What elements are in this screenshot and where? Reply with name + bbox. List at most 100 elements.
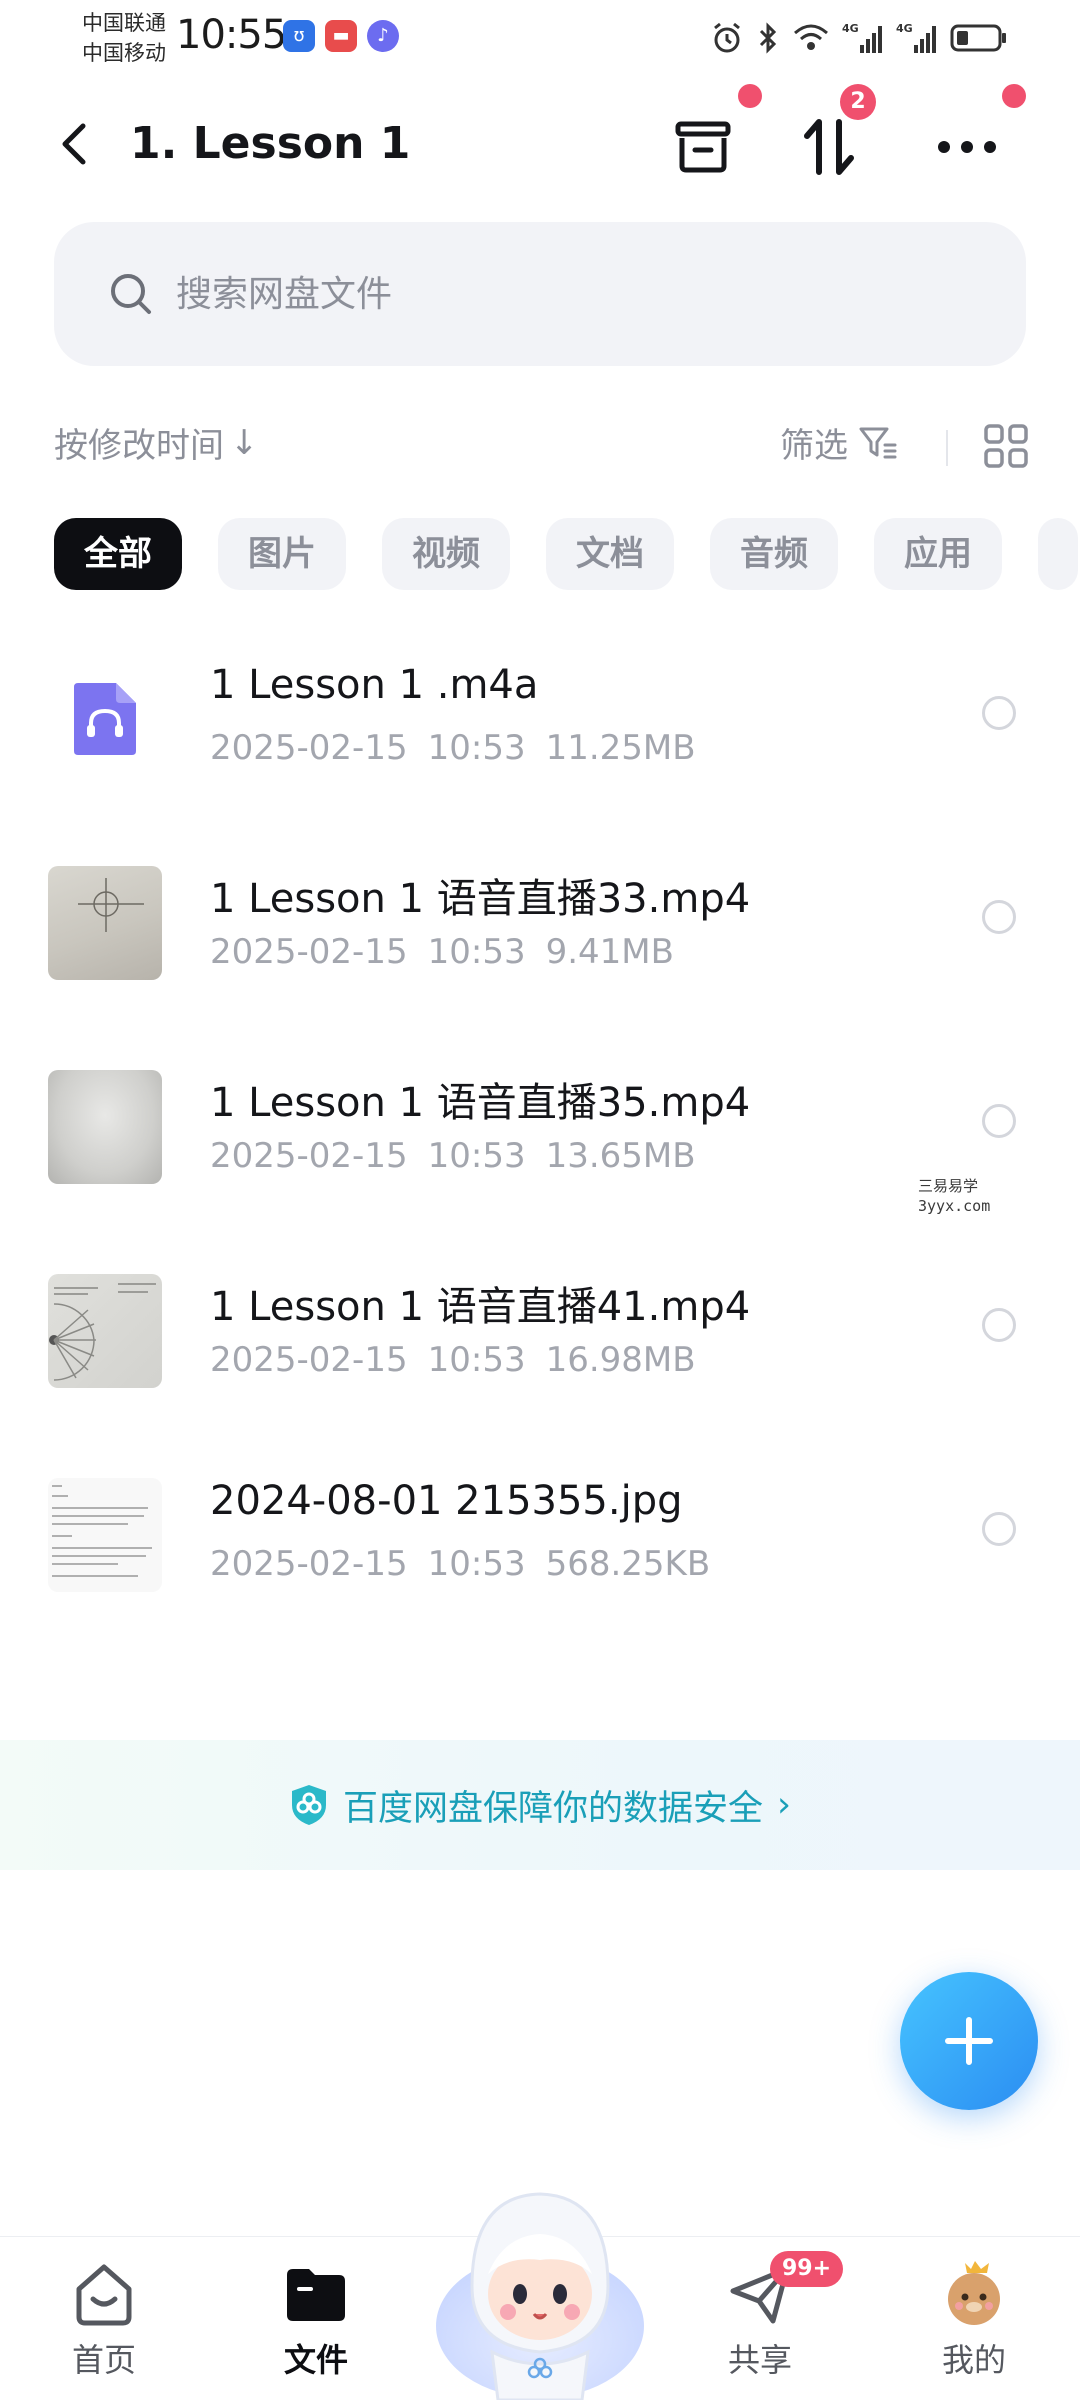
mascot-assistant-icon[interactable] bbox=[432, 2176, 648, 2400]
tab-images[interactable]: 图片 bbox=[218, 518, 346, 590]
category-tabs: 全部 图片 视频 文档 音频 应用 bbox=[54, 518, 1080, 590]
top-header: 1. Lesson 1 2 bbox=[0, 84, 1080, 204]
file-date: 2025-02-15 bbox=[210, 1544, 408, 1584]
security-banner-text: 百度网盘保障你的数据安全 bbox=[342, 1788, 763, 1829]
file-row[interactable]: 2024-08-01 215355.jpg 2025-02-15 10:53 568… bbox=[0, 1426, 1080, 1630]
bluetooth-icon bbox=[759, 22, 777, 54]
video-thumbnail bbox=[48, 1070, 162, 1184]
file-time: 10:53 bbox=[427, 932, 526, 972]
select-checkbox[interactable] bbox=[982, 696, 1016, 730]
file-size: 13.65MB bbox=[545, 1136, 696, 1176]
nav-item-files[interactable]: 文件 bbox=[246, 2259, 386, 2389]
search-input[interactable] bbox=[176, 273, 936, 315]
file-name: 1 Lesson 1 语音直播33.mp4 bbox=[210, 876, 751, 922]
watermark: 三易易学 3yyx.com bbox=[918, 1176, 990, 1216]
signal-label: 4G bbox=[842, 22, 859, 35]
file-row[interactable]: 1 Lesson 1 语音直播33.mp4 2025-02-15 10:53 9.4… bbox=[0, 814, 1080, 1018]
folder-icon bbox=[287, 2269, 345, 2321]
sort-label: 按修改时间 bbox=[54, 426, 224, 466]
add-button[interactable] bbox=[900, 1972, 1038, 2110]
nav-item-share[interactable]: 共享 99+ bbox=[690, 2251, 844, 2389]
signal-icon: 4G bbox=[842, 22, 882, 53]
file-date: 2025-02-15 bbox=[210, 1136, 408, 1176]
file-time: 10:53 bbox=[427, 1340, 526, 1380]
file-meta: 2025-02-15 10:53 16.98MB bbox=[210, 1340, 716, 1380]
file-date: 2025-02-15 bbox=[210, 1340, 408, 1380]
file-name: 1 Lesson 1 .m4a bbox=[210, 662, 539, 708]
sort-filter-bar: 按修改时间 ↓ 筛选 bbox=[54, 418, 1028, 478]
video-thumbnail bbox=[48, 1274, 162, 1388]
watermark-line: 3yyx.com bbox=[918, 1197, 991, 1215]
select-checkbox[interactable] bbox=[982, 900, 1016, 934]
nav-label: 共享 bbox=[727, 2341, 792, 2379]
file-date: 2025-02-15 bbox=[210, 728, 408, 768]
profile-icon bbox=[948, 2261, 1000, 2325]
nav-item-home[interactable]: 首页 bbox=[34, 2259, 174, 2389]
nav-label: 我的 bbox=[941, 2341, 1006, 2379]
archive-button[interactable] bbox=[658, 102, 748, 192]
tab-all[interactable]: 全部 bbox=[54, 518, 182, 590]
tab-apps[interactable]: 应用 bbox=[874, 518, 1002, 590]
archive-icon bbox=[675, 121, 731, 173]
grid-view-icon[interactable] bbox=[982, 422, 1030, 470]
shield-icon bbox=[291, 1785, 326, 1825]
clock: 10:55 bbox=[176, 12, 287, 58]
file-meta: 2025-02-15 10:53 568.25KB bbox=[210, 1544, 730, 1584]
filter-label: 筛选 bbox=[780, 426, 848, 466]
tab-documents[interactable]: 文档 bbox=[546, 518, 674, 590]
file-row[interactable]: 1 Lesson 1 语音直播41.mp4 2025-02-15 10:53 16.… bbox=[0, 1222, 1080, 1426]
tab-audio[interactable]: 音频 bbox=[710, 518, 838, 590]
file-list: 1 Lesson 1 .m4a 2025-02-15 10:53 11.25MB 1… bbox=[0, 610, 1080, 1630]
watermark-line: 三易易学 bbox=[918, 1177, 979, 1195]
file-meta: 2025-02-15 10:53 13.65MB bbox=[210, 1136, 716, 1176]
file-time: 10:53 bbox=[427, 1136, 526, 1176]
nav-item-profile[interactable]: 我的 bbox=[904, 2259, 1044, 2389]
file-date: 2025-02-15 bbox=[210, 932, 408, 972]
more-dots-icon bbox=[938, 141, 996, 153]
transfer-count-badge: 2 bbox=[840, 84, 876, 120]
file-size: 9.41MB bbox=[545, 932, 674, 972]
file-size: 11.25MB bbox=[545, 728, 696, 768]
file-meta: 2025-02-15 10:53 9.41MB bbox=[210, 932, 694, 972]
signal-label: 4G bbox=[896, 22, 913, 35]
carrier-labels: 中国联通 中国移动 bbox=[82, 8, 166, 68]
select-checkbox[interactable] bbox=[982, 1512, 1016, 1546]
baidu-netdisk-folder-screen: 中国联通 中国移动 10:55 ʊ ▬ ♪ 4G 4G 1. Lesson 1 … bbox=[0, 0, 1080, 2400]
more-options-button[interactable] bbox=[922, 102, 1012, 192]
transfer-icon bbox=[804, 119, 854, 175]
carrier-1: 中国联通 bbox=[82, 11, 166, 35]
file-name: 1 Lesson 1 语音直播35.mp4 bbox=[210, 1080, 751, 1126]
data-security-banner[interactable]: 百度网盘保障你的数据安全 › bbox=[0, 1740, 1080, 1870]
filter-button[interactable]: 筛选 bbox=[780, 418, 898, 467]
carrier-2: 中国移动 bbox=[82, 41, 166, 65]
nav-label: 首页 bbox=[71, 2341, 136, 2379]
file-row[interactable]: 1 Lesson 1 .m4a 2025-02-15 10:53 11.25MB bbox=[0, 610, 1080, 814]
file-time: 10:53 bbox=[427, 1544, 526, 1584]
notification-app-icon: ʊ bbox=[283, 20, 315, 52]
alarm-icon bbox=[714, 22, 740, 53]
image-thumbnail bbox=[48, 1478, 162, 1592]
search-icon bbox=[111, 274, 151, 314]
chevron-right-icon: › bbox=[777, 1785, 791, 1825]
home-icon bbox=[76, 2264, 132, 2326]
search-bar[interactable] bbox=[54, 222, 1026, 366]
video-thumbnail bbox=[48, 866, 162, 980]
status-bar: 中国联通 中国移动 10:55 ʊ ▬ ♪ 4G 4G bbox=[0, 0, 1080, 80]
file-name: 2024-08-01 215355.jpg bbox=[210, 1478, 683, 1524]
archive-notification-dot bbox=[738, 84, 762, 108]
more-notification-dot bbox=[1002, 84, 1026, 108]
back-button[interactable] bbox=[44, 114, 104, 174]
back-arrow-icon bbox=[62, 123, 86, 165]
select-checkbox[interactable] bbox=[982, 1308, 1016, 1342]
file-size: 16.98MB bbox=[545, 1340, 696, 1380]
select-checkbox[interactable] bbox=[982, 1104, 1016, 1138]
notification-app-icon: ▬ bbox=[325, 20, 357, 52]
file-name: 1 Lesson 1 语音直播41.mp4 bbox=[210, 1284, 751, 1330]
audio-file-icon bbox=[48, 662, 162, 776]
tab-more-partial[interactable] bbox=[1038, 518, 1078, 590]
file-time: 10:53 bbox=[427, 728, 526, 768]
sort-by-modified-button[interactable]: 按修改时间 ↓ bbox=[54, 418, 259, 467]
filter-icon bbox=[859, 427, 897, 458]
page-title: 1. Lesson 1 bbox=[130, 118, 411, 169]
tab-videos[interactable]: 视频 bbox=[382, 518, 510, 590]
